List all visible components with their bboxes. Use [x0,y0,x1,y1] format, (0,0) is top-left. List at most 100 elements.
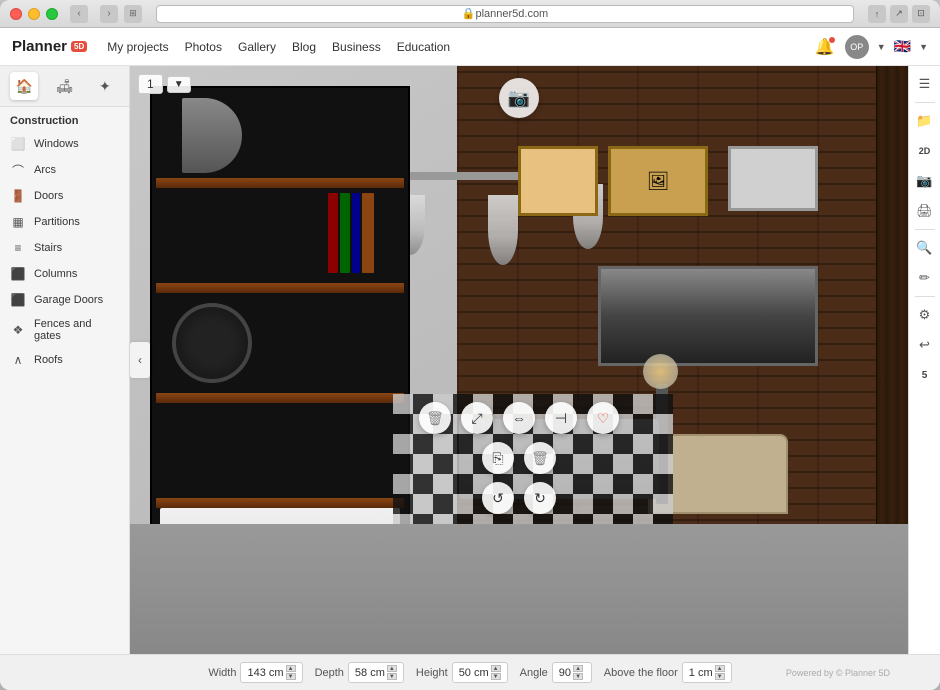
floor-number: 1 [138,74,163,94]
floor-height-input[interactable]: 1 cm ▲ ▼ [682,662,732,683]
gear-icon[interactable]: ⚙ [911,301,939,329]
divider-1 [915,102,935,103]
main-area: 🏠 🛋 ✦ Construction ⬜ Windows ⌒ Arcs 🚪 Do… [0,66,940,654]
end-button[interactable]: ⊣ [545,402,577,434]
angle-spinner[interactable]: ▲ ▼ [573,665,583,680]
trash-button-2[interactable]: 🗑 [524,442,556,474]
address-bar[interactable]: 🔒 planner5d.com [156,5,854,23]
angle-input[interactable]: 90 ▲ ▼ [552,662,592,683]
floor-spinner[interactable]: ▲ ▼ [715,665,725,680]
logo-text: Planner [12,38,67,55]
sidebar-item-fences[interactable]: ❖ Fences and gates [0,313,129,347]
width-spinner[interactable]: ▲ ▼ [286,665,296,680]
grid-button[interactable]: ⊞ [124,5,142,23]
object-controls: 🗑 ⤢ ⇔ ⊣ ♡ ⎘ 🗑 ↺ ↻ [419,402,619,514]
height-input[interactable]: 50 cm ▲ ▼ [452,662,508,683]
width-down[interactable]: ▼ [286,673,296,680]
bottom-bar: Width 143 cm ▲ ▼ Depth 58 cm ▲ ▼ Height [0,654,940,690]
nav-my-projects[interactable]: My projects [107,40,168,54]
photo-panoramic [598,266,818,366]
logo-badge: 5D [71,41,87,52]
bookmark-icon[interactable]: ↑ [868,5,886,23]
divider-3 [915,296,935,297]
angle-label: Angle [520,667,548,679]
nav-photos[interactable]: Photos [185,40,222,54]
sidebar-item-windows[interactable]: ⬜ Windows [0,131,129,157]
width-up[interactable]: ▲ [286,665,296,672]
sidebar-item-doors[interactable]: 🚪 Doors [0,183,129,209]
sidebar-item-garage-doors[interactable]: ⬛ Garage Doors [0,287,129,313]
height-down[interactable]: ▼ [491,673,501,680]
favorite-button[interactable]: ♡ [587,402,619,434]
back-button[interactable]: ‹ [70,5,88,23]
sidebar-item-stairs[interactable]: ≡ Stairs [0,235,129,261]
depth-down[interactable]: ▼ [387,673,397,680]
avatar[interactable]: OP [845,35,869,59]
branding-text: Powered by © Planner 5D [786,668,890,678]
close-button[interactable] [10,8,22,20]
angle-down[interactable]: ▼ [573,673,583,680]
height-up[interactable]: ▲ [491,665,501,672]
minimize-button[interactable] [28,8,40,20]
depth-spinner[interactable]: ▲ ▼ [387,665,397,680]
menu-panel-icon[interactable]: ☰ [911,70,939,98]
sidebar-item-columns[interactable]: ⬛ Columns [0,261,129,287]
3d-viewport[interactable]: 1 ▼ 📷 [130,66,908,654]
sidebar-item-partitions[interactable]: ▦ Partitions [0,209,129,235]
extra-tool-button[interactable]: ✦ [91,72,119,100]
floor-down[interactable]: ▼ [715,673,725,680]
rotate-ccw-button[interactable]: ↺ [482,482,514,514]
move-button[interactable]: ⤢ [461,402,493,434]
flag-chevron-icon: ▼ [919,42,928,52]
height-spinner[interactable]: ▲ ▼ [491,665,501,680]
notification-button[interactable]: 🔔 [813,35,837,59]
partitions-icon: ▦ [10,214,26,230]
sidebar-section-title: Construction [0,107,129,131]
magnify-icon[interactable]: 🔍 [911,234,939,262]
floor-up[interactable]: ▲ [715,665,725,672]
rotate-cw-button[interactable]: ↻ [524,482,556,514]
copy-button[interactable]: ⎘ [482,442,514,474]
pencil-icon[interactable]: ✏ [911,264,939,292]
flag-icon[interactable]: 🇬🇧 [894,38,911,55]
books-top [328,193,388,273]
nav-gallery[interactable]: Gallery [238,40,276,54]
render-icon[interactable]: 🖨 [911,197,939,225]
sidebar-item-arcs[interactable]: ⌒ Arcs [0,157,129,183]
mac-window: ‹ › ⊞ 🔒 planner5d.com ↑ ↗ ⊡ Planner 5D M… [0,0,940,690]
home-tool-button[interactable]: 🏠 [10,72,38,100]
layers-icon[interactable]: 📁 [911,107,939,135]
flip-button[interactable]: ⇔ [503,402,535,434]
nav-business[interactable]: Business [332,40,381,54]
depth-up[interactable]: ▲ [387,665,397,672]
photo-icon[interactable]: 📷 [911,167,939,195]
ctrl-row-bot: ↺ ↻ [482,482,556,514]
undo-icon[interactable]: ↩ [911,331,939,359]
title-bar: ‹ › ⊞ 🔒 planner5d.com ↑ ↗ ⊡ [0,0,940,28]
depth-group: Depth 58 cm ▲ ▼ [315,662,404,683]
camera-button[interactable]: 📷 [499,78,539,118]
nav-education[interactable]: Education [397,40,450,54]
left-sidebar: 🏠 🛋 ✦ Construction ⬜ Windows ⌒ Arcs 🚪 Do… [0,66,130,654]
width-input[interactable]: 143 cm ▲ ▼ [240,662,302,683]
nav-blog[interactable]: Blog [292,40,316,54]
forward-button[interactable]: › [100,5,118,23]
zoom-level-label: 2D [911,137,939,165]
share-icon[interactable]: ↗ [890,5,908,23]
artwork-2 [518,146,598,216]
angle-up[interactable]: ▲ [573,665,583,672]
photo-top-right [728,146,818,211]
delete-button[interactable]: 🗑 [419,402,451,434]
shelf-2 [156,283,404,293]
furniture-tool-button[interactable]: 🛋 [50,72,78,100]
tab-icon[interactable]: ⊡ [912,5,930,23]
floor [130,524,908,654]
sidebar-collapse-button[interactable]: ‹ [130,342,150,378]
floor-arrow[interactable]: ▼ [167,76,191,93]
right-panel: ☰ 📁 2D 📷 🖨 🔍 ✏ ⚙ ↩ 5 [908,66,940,654]
sidebar-item-roofs[interactable]: ∧ Roofs [0,347,129,373]
depth-input[interactable]: 58 cm ▲ ▼ [348,662,404,683]
fullscreen-button[interactable] [46,8,58,20]
floor-height-label: Above the floor [604,667,678,679]
app-logo: Planner 5D [12,38,87,55]
